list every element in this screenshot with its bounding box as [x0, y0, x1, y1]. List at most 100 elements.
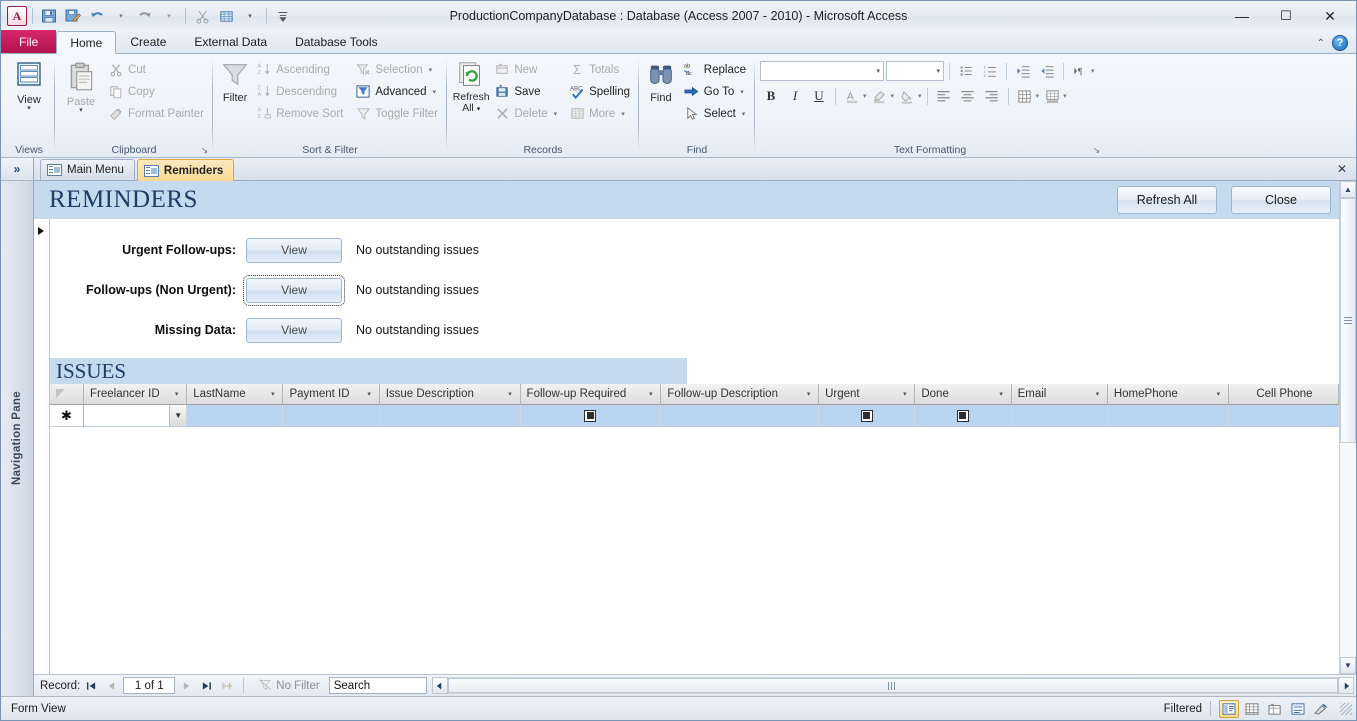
horizontal-scrollbar[interactable]: [430, 677, 1356, 694]
navigation-pane[interactable]: » Navigation Pane: [1, 158, 34, 696]
increase-indent-button[interactable]: [1036, 60, 1058, 82]
new-record-button[interactable]: New: [490, 59, 561, 80]
go-to-button[interactable]: Go To ▾: [680, 81, 750, 102]
decrease-indent-button[interactable]: [1012, 60, 1034, 82]
chevron-down-icon[interactable]: ▾: [803, 389, 814, 400]
chevron-down-icon[interactable]: ▾: [27, 105, 31, 112]
column-header-follow-up-required[interactable]: Follow-up Required ▾: [520, 384, 662, 405]
select-all-corner[interactable]: [50, 384, 84, 405]
totals-button[interactable]: Σ Totals: [565, 59, 634, 80]
hscroll-track[interactable]: [447, 677, 1338, 694]
chevron-down-icon[interactable]: ▾: [364, 389, 375, 400]
cell-cell-phone[interactable]: [1228, 405, 1339, 427]
cell-issue-description[interactable]: [379, 405, 521, 427]
chevron-down-icon[interactable]: ▾: [505, 389, 516, 400]
first-record-button[interactable]: [83, 677, 100, 694]
column-header-homephone[interactable]: HomePhone ▾: [1107, 384, 1229, 405]
column-header-payment-id[interactable]: Payment ID ▾: [283, 384, 380, 405]
form-vertical-scrollbar[interactable]: ▲ ▼: [1339, 181, 1356, 674]
record-selector-strip[interactable]: [34, 219, 50, 674]
scroll-thumb[interactable]: [1340, 198, 1356, 443]
last-record-button[interactable]: [198, 677, 215, 694]
clipboard-dialog-launcher[interactable]: ↘: [199, 145, 210, 156]
chevron-down-icon[interactable]: ▾: [267, 389, 278, 400]
chevron-down-icon[interactable]: ▾: [1091, 67, 1095, 75]
replace-button[interactable]: ab ac Replace: [680, 59, 750, 80]
align-right-button[interactable]: [981, 85, 1003, 107]
bullets-button[interactable]: [955, 60, 977, 82]
undo-dropdown-icon[interactable]: ▾: [110, 5, 132, 27]
cell-done[interactable]: [915, 405, 1012, 427]
chevron-down-icon[interactable]: ▾: [1213, 389, 1224, 400]
help-icon[interactable]: ?: [1332, 35, 1348, 51]
scroll-up-icon[interactable]: ▲: [1340, 181, 1356, 198]
cell-email[interactable]: [1011, 405, 1108, 427]
cell-homephone[interactable]: [1107, 405, 1229, 427]
paste-button[interactable]: Paste ▾: [60, 58, 102, 114]
numbering-button[interactable]: 123: [979, 60, 1001, 82]
resize-grip-icon[interactable]: [1340, 702, 1352, 715]
chevron-down-icon[interactable]: ▾: [645, 389, 656, 400]
column-header-done[interactable]: Done ▾: [915, 384, 1012, 405]
scroll-right-icon[interactable]: [1338, 677, 1354, 694]
copy-button[interactable]: Copy: [104, 81, 208, 102]
hscroll-thumb[interactable]: [447, 678, 1338, 693]
font-size-combo[interactable]: ▾: [886, 61, 944, 81]
cell-follow-up-required[interactable]: [520, 405, 662, 427]
column-header-follow-up-description[interactable]: Follow-up Description ▾: [661, 384, 820, 405]
remove-sort-button[interactable]: AZ Remove Sort: [252, 103, 347, 124]
align-left-button[interactable]: [933, 85, 955, 107]
view-button[interactable]: View ▾: [8, 58, 50, 112]
sort-ascending-button[interactable]: AZ Ascending: [252, 59, 347, 80]
close-window-button[interactable]: ✕: [1308, 3, 1352, 29]
chevron-down-icon[interactable]: ▾: [742, 110, 746, 118]
text-direction-button[interactable]: ¶: [1069, 60, 1091, 82]
doc-tab-main-menu[interactable]: Main Menu: [40, 159, 135, 180]
maximize-button[interactable]: ☐: [1264, 3, 1308, 29]
find-button[interactable]: Find: [644, 58, 678, 104]
chevron-down-icon[interactable]: ▾: [79, 107, 83, 114]
customize-qat-icon[interactable]: [272, 5, 294, 27]
filter-button[interactable]: Filter: [218, 58, 252, 104]
align-center-button[interactable]: [957, 85, 979, 107]
collapse-ribbon-icon[interactable]: ⌃: [1317, 38, 1325, 49]
minimize-button[interactable]: —: [1220, 3, 1264, 29]
layout-view-button[interactable]: [1288, 700, 1308, 718]
view-non-urgent-follow-ups-button[interactable]: View: [243, 274, 345, 306]
alternate-fill-button[interactable]: [1041, 85, 1063, 107]
spelling-button[interactable]: ABC Spelling: [565, 81, 634, 102]
delete-record-button[interactable]: Delete ▾: [490, 103, 561, 124]
text-highlight-button[interactable]: [869, 85, 891, 107]
view-urgent-follow-ups-button[interactable]: View: [246, 237, 342, 263]
datasheet-icon[interactable]: [215, 5, 237, 27]
save-icon[interactable]: [38, 5, 60, 27]
checkbox-icon[interactable]: [860, 409, 873, 422]
chevron-down-icon[interactable]: ▾: [1036, 92, 1040, 100]
undo-icon[interactable]: [86, 5, 108, 27]
chevron-down-icon[interactable]: ▾: [740, 88, 744, 96]
tab-home[interactable]: Home: [56, 31, 117, 54]
chevron-down-icon[interactable]: ▾: [433, 88, 437, 96]
bold-button[interactable]: B: [760, 85, 782, 107]
new-record-button[interactable]: [218, 677, 235, 694]
datasheet-view-button[interactable]: [1242, 700, 1262, 718]
chevron-down-icon[interactable]: ▾: [554, 110, 558, 118]
view-missing-data-button[interactable]: View: [246, 317, 342, 343]
column-header-cell-phone[interactable]: Cell Phone: [1228, 384, 1339, 405]
tab-external-data[interactable]: External Data: [180, 31, 281, 53]
save-as-icon[interactable]: [62, 5, 84, 27]
column-header-email[interactable]: Email ▾: [1011, 384, 1108, 405]
previous-record-button[interactable]: [103, 677, 120, 694]
more-button[interactable]: More ▾: [565, 103, 634, 124]
font-family-combo[interactable]: ▾: [760, 61, 884, 81]
filter-status-button[interactable]: No Filter: [252, 678, 325, 694]
scroll-down-icon[interactable]: ▼: [1340, 657, 1356, 674]
italic-button[interactable]: I: [784, 85, 806, 107]
cell-freelancer-id[interactable]: ▼: [84, 405, 188, 427]
cut-icon[interactable]: [191, 5, 213, 27]
background-color-button[interactable]: [896, 85, 918, 107]
format-painter-button[interactable]: Format Painter: [104, 103, 208, 124]
text-formatting-dialog-launcher[interactable]: ↘: [1091, 145, 1102, 156]
cell-payment-id[interactable]: [283, 405, 380, 427]
sort-descending-button[interactable]: ZA Descending: [252, 81, 347, 102]
